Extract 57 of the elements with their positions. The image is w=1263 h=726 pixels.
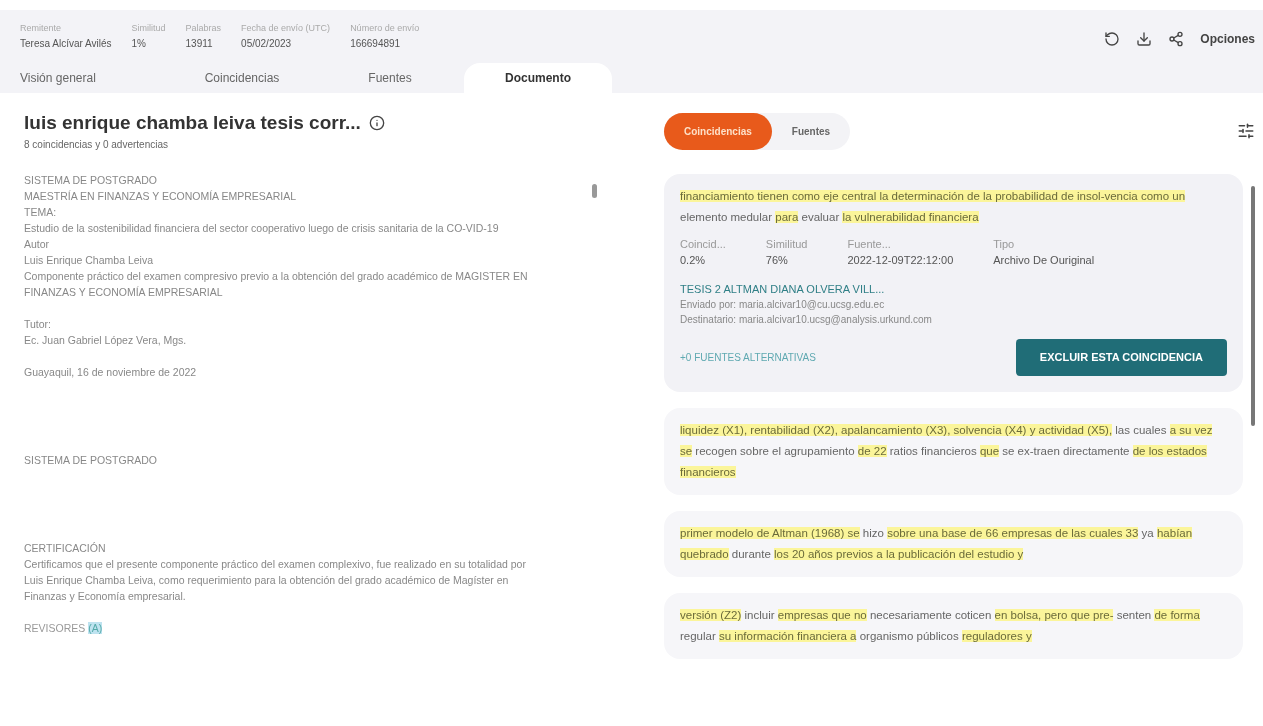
refresh-icon[interactable] [1104,31,1121,47]
field-value: 0.2% [680,253,707,268]
field-label: Fuente... [847,236,892,252]
meta-value: 13911 [185,36,214,51]
download-icon[interactable] [1136,31,1153,47]
meta-label: Palabras [185,22,222,35]
document-line: Certificamos que el presente componente práctico del examen complexivo, fue realizado en su totalidad por Luis Enrique Chamba Leiva, como requerimiento para la obtención del grado académico de Magíster en Finanzas y Economía empresarial. [24,557,527,604]
options-button[interactable]: Opciones [1200,30,1255,48]
meta-label: Número de envío [350,22,420,35]
source-title: TESIS 2 ALTMAN DIANA OLVERA VILL... [680,281,886,297]
toggle-option[interactable]: Coincidencias [664,112,772,150]
scrollbar-thumb[interactable] [1251,185,1255,426]
document-line: Guayaquil, 16 de noviembre de 2022 [24,365,198,380]
document-line: Tutor: [24,317,53,332]
tab[interactable]: Visión general [20,62,168,93]
document-line: Componente práctico del examen compresivo previo a la obtención del grado académico de MAGISTER EN FINANZAS Y ECONOMÍA EMPRESARIAL [24,269,529,300]
field-value: 2022-12-09T22:12:00 [847,253,954,268]
document-line: Autor [24,237,51,252]
exclude-match-button[interactable]: EXCLUIR ESTA COINCIDENCIA [1015,339,1227,376]
match-card[interactable]: primer modelo de Altman (1968) se hizo sobre una base de 66 empresas de las cuales 33 ya habían quebrado durante los 20 años previos a la publicación del estudio y [664,510,1243,577]
field-value: 76% [765,253,789,268]
tab[interactable]: Documento [464,62,612,93]
meta-label: Fecha de envío (UTC) [241,22,331,35]
match-text: primer modelo de Altman (1968) se hizo sobre una base de 66 empresas de las cuales 33 ya habían quebrado durante los 20 años previos a la publicación del estudio y [680,525,1194,562]
meta-value: 166694891 [350,36,402,51]
document-subtitle: 8 coincidencias y 0 advertencias [24,138,169,152]
meta-label: Similitud [131,22,166,35]
scrollbar-thumb[interactable] [592,184,597,198]
toggle-option[interactable]: Fuentes [771,112,851,150]
filter-icon[interactable] [1237,122,1255,140]
document-line: TEMA: [24,205,58,220]
recipient-text: Destinatario: maria.alcivar10.ucsg@analysis.urkund.com [680,313,933,327]
meta-label: Remitente [20,22,63,35]
document-line: MAESTRÍA EN FINANZAS Y ECONOMÍA EMPRESARIAL [24,189,298,204]
document-line: Ec. Juan Gabriel López Vera, Mgs. [24,333,188,348]
document-line: SISTEMA DE POSTGRADO [24,453,159,468]
tab[interactable]: Coincidencias [168,62,316,93]
meta-value: Teresa Alcívar Avilés [20,36,112,51]
field-label: Similitud [765,236,808,252]
match-text: liquidez (X1), rentabilidad (X2), apalancamiento (X3), solvencia (X4) y actividad (X5), las cuales a su vez se recogen sobre el agrupamiento de 22 ratios financieros que se ex-traen directamente de los estados financieros [680,422,1214,480]
document-line: REVISORES (A) [24,621,104,636]
document-line: SISTEMA DE POSTGRADO [24,173,159,188]
share-icon[interactable] [1168,31,1185,47]
sender-text: Enviado por: maria.alcivar10@cu.ucsg.edu.ec [680,298,886,312]
match-card[interactable] [664,173,1243,392]
document-line: Estudio de la sostenibilidad financiera del sector cooperativo luego de crisis sanitaria de la CO-VID-19 [24,221,500,236]
match-card[interactable] [664,407,1243,495]
document-title: luis enrique chamba leiva tesis corr... [24,110,361,135]
document-line: Luis Enrique Chamba Leiva [24,253,154,268]
field-label: Tipo [993,236,1016,252]
meta-value: 05/02/2023 [241,36,293,51]
info-icon[interactable] [368,114,385,131]
tab[interactable]: Fuentes [316,62,464,93]
meta-value: 1% [131,36,147,51]
document-line: CERTIFICACIÓN [24,541,107,556]
field-label: Coincid... [680,236,726,252]
field-value: Archivo De Ouriginal [993,253,1095,268]
